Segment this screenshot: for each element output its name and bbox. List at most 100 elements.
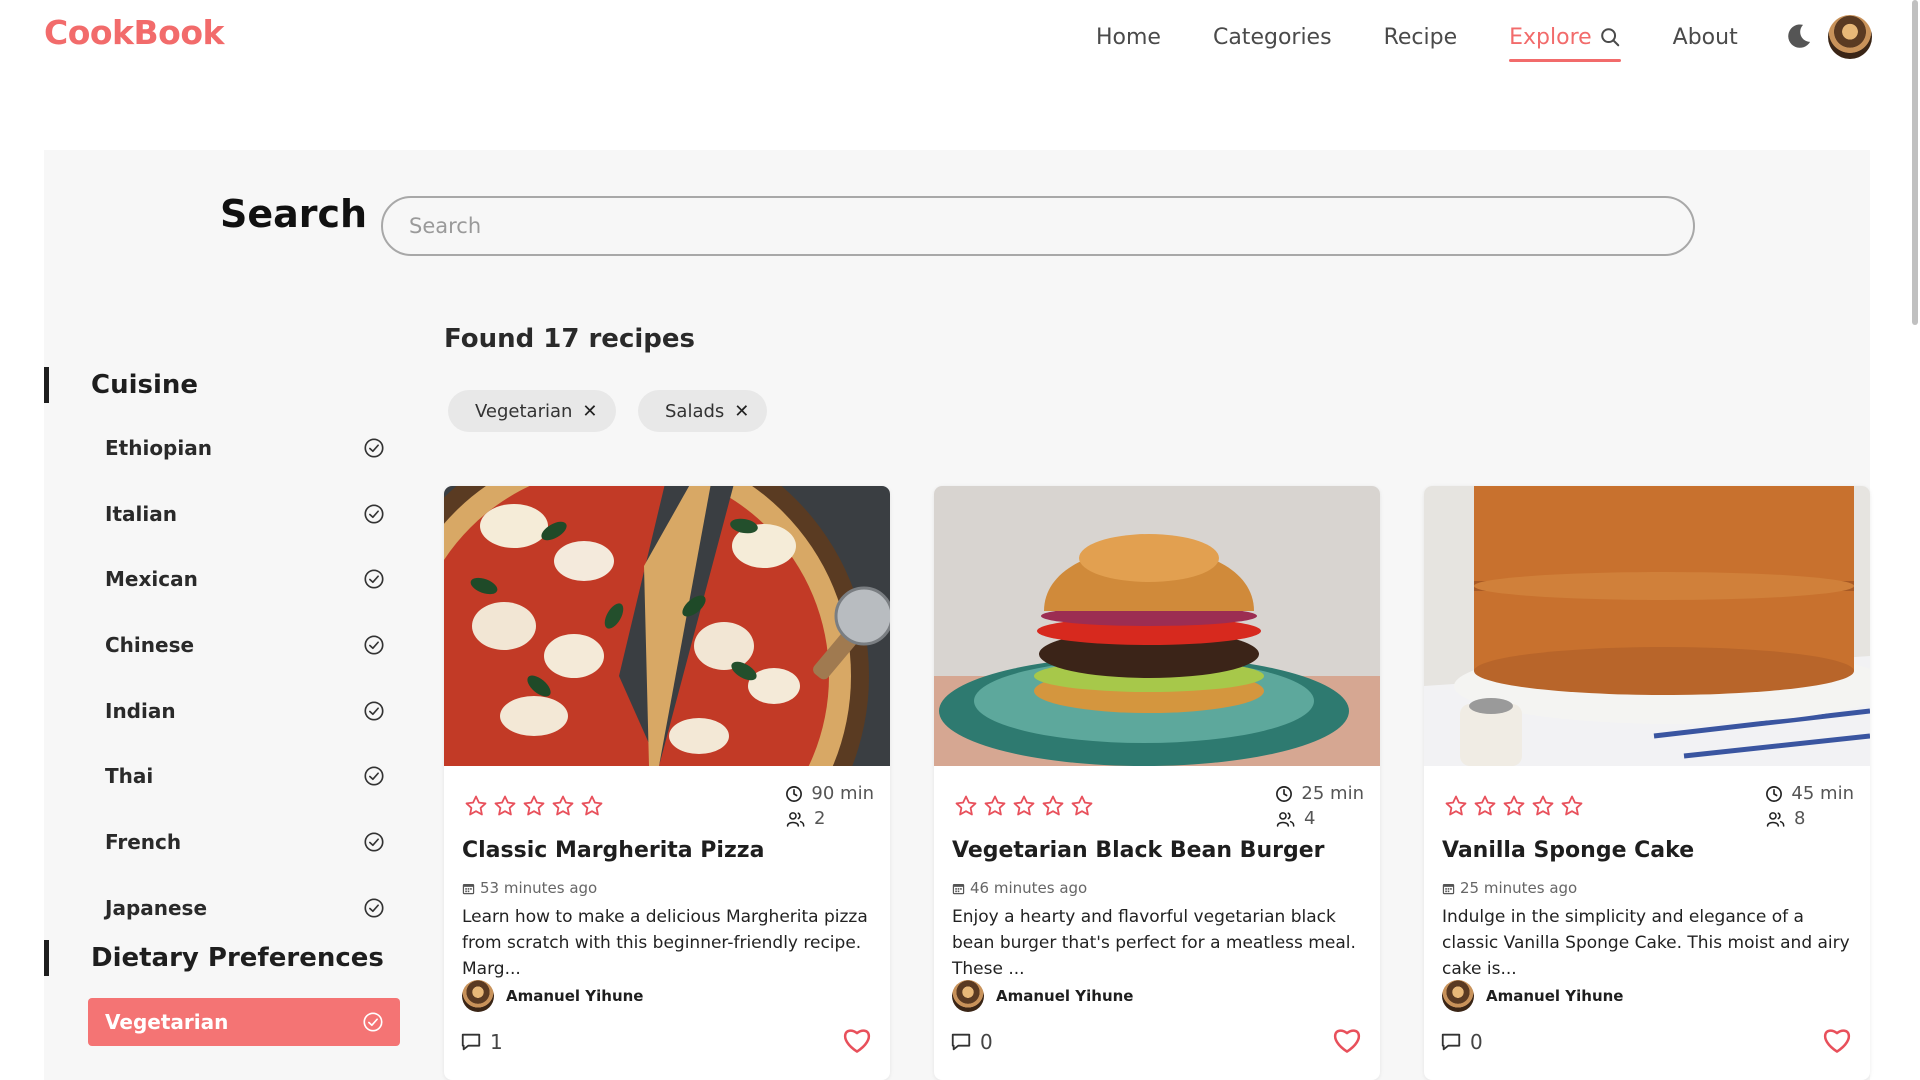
app-logo[interactable]: CookBook (44, 13, 224, 52)
recipe-author[interactable]: Amanuel Yihune (952, 980, 1133, 1012)
star-icon[interactable] (1473, 794, 1497, 818)
section-accent-bar (44, 940, 49, 976)
main-nav: Home Categories Recipe Explore About (1096, 22, 1790, 62)
posted-time: 25 minutes ago (1442, 879, 1577, 897)
check-circle-icon (364, 635, 384, 655)
star-icon[interactable] (983, 794, 1007, 818)
comment-icon (461, 1033, 481, 1051)
author-avatar[interactable] (1442, 980, 1474, 1012)
check-circle-icon (364, 504, 384, 524)
dietary-item-vegetarian[interactable]: Vegetarian (88, 998, 400, 1046)
cuisine-item-label: Ethiopian (105, 436, 212, 460)
heart-icon[interactable] (1332, 1026, 1362, 1054)
servings: 4 (1276, 808, 1315, 829)
recipe-card[interactable]: 45 min 8 Vanilla Sponge Cake 25 minutes … (1424, 486, 1870, 1080)
search-input[interactable] (381, 196, 1695, 256)
star-icon[interactable] (1041, 794, 1065, 818)
nav-home[interactable]: Home (1096, 25, 1161, 50)
posted-time: 46 minutes ago (952, 879, 1087, 897)
comments-button[interactable]: 0 (950, 1030, 993, 1054)
author-avatar[interactable] (462, 980, 494, 1012)
recipe-image[interactable] (444, 486, 890, 766)
star-icon[interactable] (954, 794, 978, 818)
recipe-card[interactable]: 25 min 4 Vegetarian Black Bean Burger 46… (934, 486, 1380, 1080)
check-circle-icon (364, 898, 384, 918)
author-name[interactable]: Amanuel Yihune (996, 987, 1133, 1005)
dietary-title: Dietary Preferences (91, 943, 384, 973)
servings-value: 4 (1304, 808, 1316, 829)
cook-time: 45 min (1765, 783, 1854, 804)
clock-icon (1276, 785, 1293, 802)
star-icon[interactable] (1070, 794, 1094, 818)
cuisine-title: Cuisine (91, 370, 199, 400)
cuisine-item-thai[interactable]: Thai (105, 756, 385, 796)
moon-icon[interactable] (1785, 22, 1813, 50)
star-icon[interactable] (464, 794, 488, 818)
cuisine-item-label: Chinese (105, 633, 195, 657)
rating-stars[interactable] (464, 794, 609, 818)
close-icon[interactable]: ✕ (582, 401, 597, 422)
filter-chip-salads[interactable]: Salads ✕ (638, 390, 768, 432)
search-title: Search (220, 192, 368, 236)
nav-explore[interactable]: Explore (1509, 25, 1621, 62)
star-icon[interactable] (1444, 794, 1468, 818)
rating-stars[interactable] (1444, 794, 1589, 818)
users-icon (1766, 811, 1785, 827)
comments-count: 0 (980, 1030, 993, 1054)
star-icon[interactable] (1012, 794, 1036, 818)
page-scrollbar[interactable] (1910, 0, 1920, 330)
comments-button[interactable]: 1 (460, 1030, 503, 1054)
filter-chip-vegetarian[interactable]: Vegetarian ✕ (448, 390, 616, 432)
clock-icon (1766, 785, 1783, 802)
recipe-title[interactable]: Classic Margherita Pizza (462, 838, 764, 863)
star-icon[interactable] (1502, 794, 1526, 818)
author-name[interactable]: Amanuel Yihune (506, 987, 643, 1005)
recipe-author[interactable]: Amanuel Yihune (462, 980, 643, 1012)
recipe-title[interactable]: Vegetarian Black Bean Burger (952, 838, 1324, 863)
star-icon[interactable] (580, 794, 604, 818)
check-circle-icon (363, 1012, 383, 1032)
cuisine-item-ethiopian[interactable]: Ethiopian (105, 428, 385, 468)
check-circle-icon (364, 569, 384, 589)
cuisine-item-label: Japanese (105, 896, 208, 920)
recipe-title[interactable]: Vanilla Sponge Cake (1442, 838, 1694, 863)
filter-chip-label: Vegetarian (475, 400, 573, 422)
posted-time-value: 53 minutes ago (480, 879, 598, 897)
cuisine-item-mexican[interactable]: Mexican (105, 559, 385, 599)
heart-icon[interactable] (1822, 1026, 1852, 1054)
cuisine-item-indian[interactable]: Indian (105, 691, 385, 731)
recipe-description: Indulge in the simplicity and elegance o… (1442, 907, 1850, 979)
nav-about[interactable]: About (1673, 25, 1738, 50)
posted-time-value: 46 minutes ago (970, 879, 1088, 897)
author-name[interactable]: Amanuel Yihune (1486, 987, 1623, 1005)
author-avatar[interactable] (952, 980, 984, 1012)
recipe-image[interactable] (1424, 486, 1870, 766)
scrollbar-thumb[interactable] (1912, 0, 1918, 325)
heart-icon[interactable] (842, 1026, 872, 1054)
recipe-author[interactable]: Amanuel Yihune (1442, 980, 1623, 1012)
nav-recipe[interactable]: Recipe (1384, 25, 1458, 50)
comments-button[interactable]: 0 (1440, 1030, 1483, 1054)
cuisine-item-french[interactable]: French (105, 822, 385, 862)
star-icon[interactable] (1560, 794, 1584, 818)
cuisine-item-japanese[interactable]: Japanese (105, 888, 385, 928)
comment-icon (951, 1033, 971, 1051)
star-icon[interactable] (522, 794, 546, 818)
rating-stars[interactable] (954, 794, 1099, 818)
servings: 2 (786, 808, 825, 829)
cuisine-item-chinese[interactable]: Chinese (105, 625, 385, 665)
star-icon[interactable] (1531, 794, 1555, 818)
cuisine-item-italian[interactable]: Italian (105, 494, 385, 534)
cuisine-item-label: French (105, 830, 182, 854)
close-icon[interactable]: ✕ (734, 401, 749, 422)
dietary-section-header: Dietary Preferences (44, 940, 384, 976)
recipe-card[interactable]: 90 min 2 Classic Margherita Pizza 53 min… (444, 486, 890, 1080)
recipe-image[interactable] (934, 486, 1380, 766)
star-icon[interactable] (551, 794, 575, 818)
star-icon[interactable] (493, 794, 517, 818)
calendar-icon (952, 883, 965, 894)
recipe-description: Learn how to make a delicious Margherita… (462, 907, 868, 979)
user-avatar[interactable] (1828, 15, 1872, 59)
cook-time-value: 45 min (1791, 783, 1854, 804)
nav-categories[interactable]: Categories (1213, 25, 1332, 50)
